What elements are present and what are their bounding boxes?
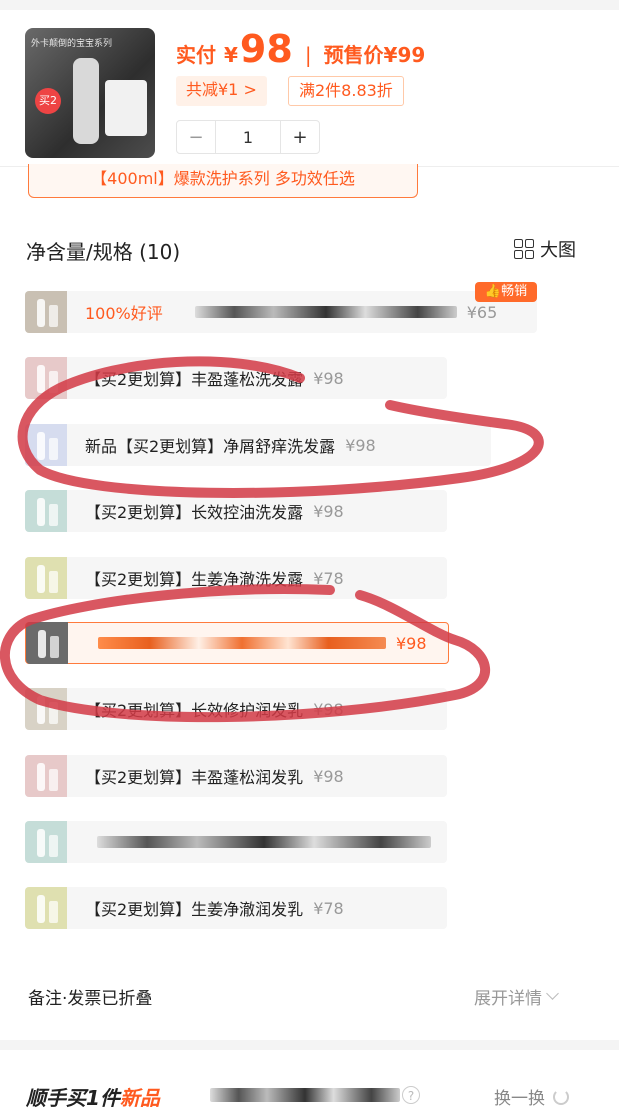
series-banner[interactable]: 【400ml】爆款洗护系列 多功效任选 [28,164,418,198]
help-icon[interactable]: ? [402,1086,420,1104]
spec-header: 净含量/规格 (10) [26,240,181,264]
section-gap [0,1040,619,1050]
discount-button[interactable]: 共减¥1 > [176,76,267,106]
chevron-down-icon [546,987,559,1000]
option-price: ¥98 [345,435,376,455]
expand-label: 展开详情 [474,989,542,1009]
option-thumbnail [25,887,67,929]
product-thumbnail[interactable]: 外卡颠倒的宝宝系列 买2 [25,28,155,158]
remark-label: 备注·发票已折叠 [28,989,153,1009]
option-price: ¥98 [313,699,344,719]
refresh-icon [553,1088,569,1105]
swap-label: 换一换 [494,1089,545,1109]
spec-option-5[interactable]: 【买2更划算】生姜净澈洗发露 ¥78 [25,557,447,599]
option-thumbnail [26,622,68,664]
redacted-text [97,836,431,848]
bottle-image [73,58,99,144]
option-price: ¥98 [313,368,344,388]
option-thumbnail [25,490,67,532]
spec-option-2[interactable]: 【买2更划算】丰盈蓬松洗发露 ¥98 [25,357,447,399]
option-thumbnail [25,291,67,333]
hot-badge: 👍畅销 [475,282,537,302]
spec-option-9[interactable] [25,821,447,863]
spec-option-10[interactable]: 【买2更划算】生姜净澈润发乳 ¥78 [25,887,447,929]
option-label: 【买2更划算】丰盈蓬松润发乳 [85,768,304,787]
spec-option-7[interactable]: 【买2更划算】长效修护润发乳 ¥98 [25,688,447,730]
option-price: ¥78 [313,568,344,588]
addon-title-prefix: 顺手买1件 [26,1086,120,1110]
quantity-stepper: − 1 + [176,120,320,154]
option-thumbnail [25,755,67,797]
price-separator: | [304,43,312,67]
spec-option-6-selected[interactable]: ¥98 [25,622,449,664]
option-thumbnail [25,424,67,466]
option-price: ¥98 [396,633,427,653]
option-price: ¥65 [466,302,498,322]
thumbnail-tag: 买2 [35,88,61,114]
option-thumbnail [25,357,67,399]
option-price: ¥98 [313,501,344,521]
spec-option-1[interactable]: 100%好评 ¥65 [25,291,537,333]
increase-button[interactable]: + [280,121,319,153]
option-label: 【买2更划算】长效控油洗发露 [85,503,304,522]
spec-option-4[interactable]: 【买2更划算】长效控油洗发露 ¥98 [25,490,447,532]
spec-option-8[interactable]: 【买2更划算】丰盈蓬松润发乳 ¥98 [25,755,447,797]
option-label: 新品【买2更划算】净屑舒痒洗发露 [85,437,336,456]
redacted-text [210,1088,400,1102]
spec-option-3[interactable]: 新品【买2更划算】净屑舒痒洗发露 ¥98 [25,424,491,466]
redacted-text [98,637,386,649]
original-price: 预售价¥99 [323,43,426,67]
option-thumbnail [25,688,67,730]
option-thumbnail [25,821,67,863]
deal-badge: 满2件8.83折 [288,76,404,106]
big-image-toggle[interactable]: 大图 [514,236,576,262]
option-price: ¥78 [313,898,344,918]
option-label: 【买2更划算】丰盈蓬松洗发露 [85,370,304,389]
quantity-value[interactable]: 1 [216,121,280,153]
price-row: 实付 ¥ 98 | 预售价¥99 [176,30,425,70]
decrease-button[interactable]: − [177,121,216,153]
grid-icon [514,239,534,259]
option-label: 【买2更划算】生姜净澈润发乳 [85,900,304,919]
redacted-text [194,306,457,318]
option-price: ¥98 [313,766,344,786]
option-label: 【买2更划算】生姜净澈洗发露 [85,570,304,589]
top-strip [0,0,619,10]
price-value: 98 [239,27,293,71]
option-label: 100%好评 [85,304,163,323]
swap-button[interactable]: 换一换 [494,1084,569,1109]
price-label: 实付 [176,43,216,67]
option-thumbnail [25,557,67,599]
price-currency: ¥ [224,43,238,67]
box-image [105,80,147,136]
thumbnail-title: 外卡颠倒的宝宝系列 [31,39,113,49]
big-image-label: 大图 [540,240,576,261]
addon-title-new: 新品 [119,1086,160,1110]
expand-details-button[interactable]: 展开详情 [474,984,559,1009]
option-label: 【买2更划算】长效修护润发乳 [85,701,304,720]
